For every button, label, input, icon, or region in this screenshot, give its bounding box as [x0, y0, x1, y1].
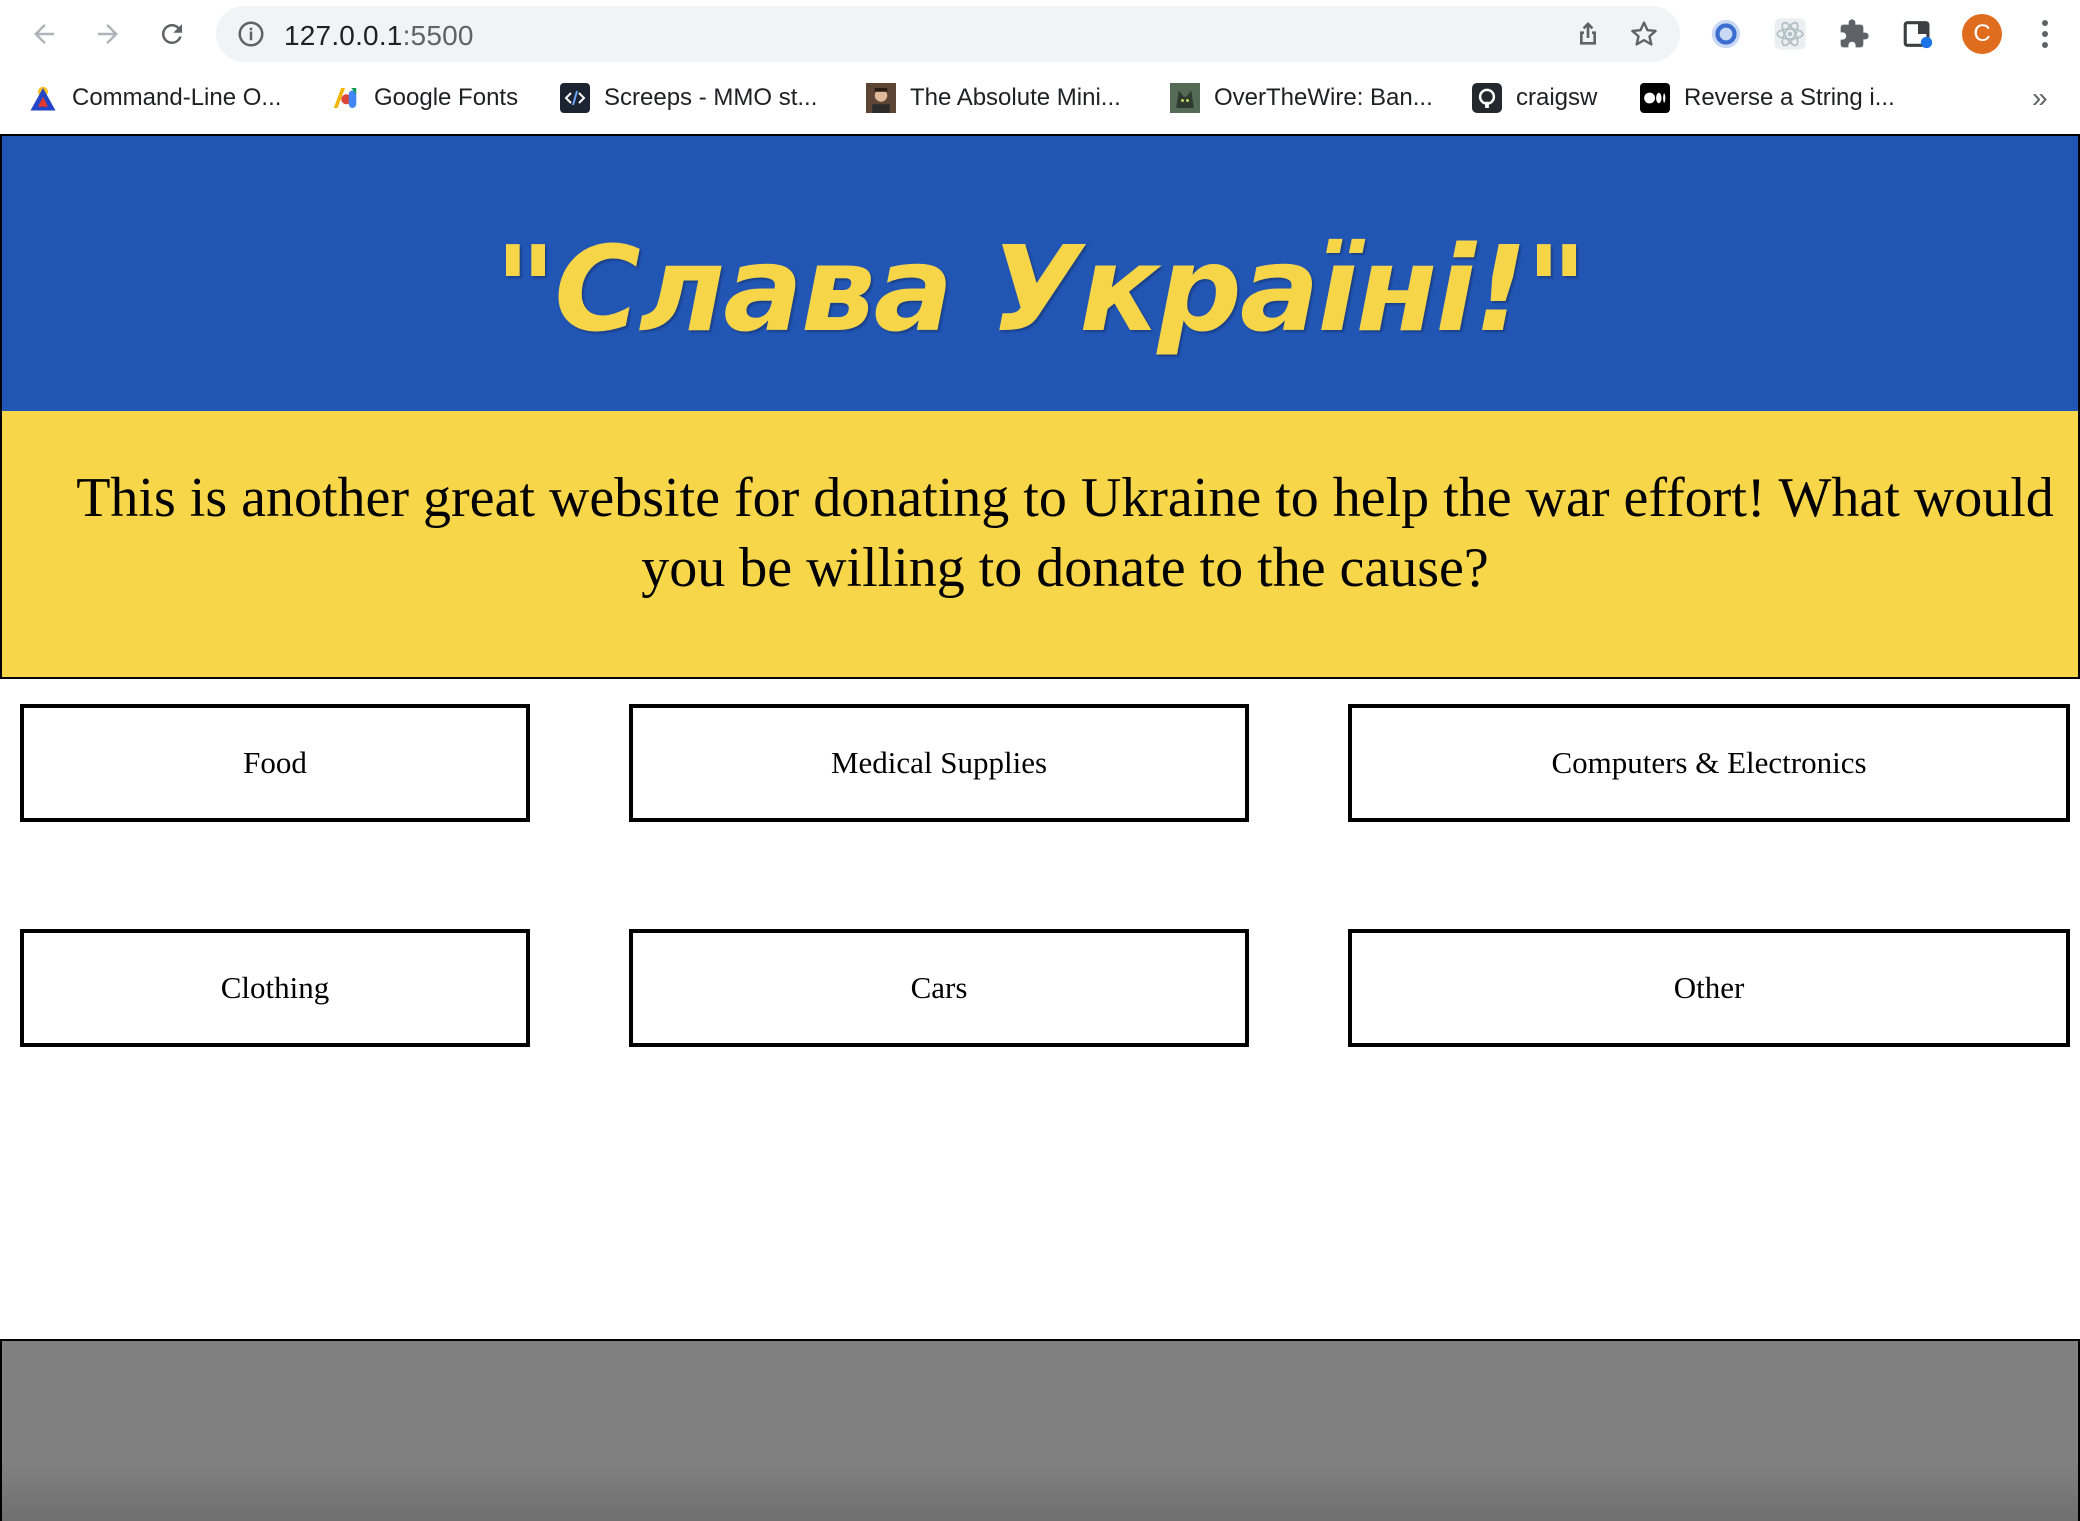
person-photo-icon — [866, 83, 896, 113]
medium-icon — [1640, 83, 1670, 113]
bookmark-label: OverTheWire: Ban... — [1214, 84, 1433, 111]
extension-ring-icon[interactable] — [1706, 14, 1746, 54]
category-button-food[interactable]: Food — [20, 704, 530, 822]
page-viewport: "Слава Україні!" This is another great w… — [0, 134, 2080, 1521]
category-button-clothing[interactable]: Clothing — [20, 929, 530, 1047]
hero-title: "Слава Україні!" — [494, 219, 1587, 358]
bookmark-overthewire[interactable]: OverTheWire: Ban... — [1170, 82, 1433, 114]
browser-menu-icon[interactable] — [2030, 14, 2060, 54]
triangle-logo-icon — [28, 83, 58, 113]
browser-toolbar: 127.0.0.1:5500 C — [0, 0, 2080, 68]
extensions-puzzle-icon[interactable] — [1834, 14, 1874, 54]
url-host: 127.0.0.1 — [284, 20, 403, 51]
bookmark-screeps[interactable]: Screeps - MMO st... — [560, 82, 817, 114]
bookmark-google-fonts[interactable]: Google Fonts — [330, 82, 518, 114]
github-icon — [1472, 83, 1502, 113]
bookmark-star-icon[interactable] — [1628, 18, 1660, 50]
address-bar[interactable]: 127.0.0.1:5500 — [216, 6, 1680, 62]
category-button-other[interactable]: Other — [1348, 929, 2070, 1047]
hero-banner: "Слава Україні!" This is another great w… — [0, 134, 2080, 679]
flag-yellow-band: This is another great website for donati… — [2, 411, 2078, 677]
react-devtools-icon[interactable] — [1770, 14, 1810, 54]
code-brackets-icon — [560, 83, 590, 113]
category-button-computers-electronics[interactable]: Computers & Electronics — [1348, 704, 2070, 822]
reading-list-icon[interactable] — [1898, 14, 1938, 54]
bookmark-label: craigsw — [1516, 84, 1598, 111]
profile-avatar[interactable]: C — [1962, 14, 2002, 54]
page-footer — [0, 1339, 2080, 1521]
forward-button[interactable] — [84, 10, 132, 58]
bookmarks-bar: Command-Line O... Google Fonts Screeps -… — [0, 68, 2080, 128]
url-text[interactable]: 127.0.0.1:5500 — [284, 20, 474, 52]
reload-button[interactable] — [148, 10, 196, 58]
back-button[interactable] — [20, 10, 68, 58]
hero-description: This is another great website for donati… — [76, 467, 2054, 599]
bookmark-craigsw[interactable]: craigsw — [1472, 82, 1597, 114]
bookmark-label: Screeps - MMO st... — [604, 84, 818, 111]
arrow-left-icon — [34, 24, 54, 44]
bookmark-command-line[interactable]: Command-Line O... — [28, 82, 281, 114]
reload-icon — [161, 23, 182, 44]
share-icon[interactable] — [1572, 18, 1604, 50]
url-port: :5500 — [402, 20, 474, 51]
bookmark-label: Command-Line O... — [72, 84, 282, 111]
bookmarks-overflow-chevron-icon[interactable]: » — [2032, 82, 2048, 114]
bookmark-reverse-string[interactable]: Reverse a String i... — [1640, 82, 1895, 114]
arrow-right-icon — [98, 24, 118, 44]
google-fonts-icon — [330, 83, 360, 113]
bookmark-label: The Absolute Mini... — [910, 84, 1121, 111]
flag-blue-band: "Слава Україні!" — [2, 136, 2078, 411]
bookmark-label: Google Fonts — [374, 84, 519, 111]
info-icon[interactable] — [236, 19, 266, 49]
cat-photo-icon — [1170, 83, 1200, 113]
bookmark-label: Reverse a String i... — [1684, 84, 1895, 111]
category-button-cars[interactable]: Cars — [629, 929, 1249, 1047]
category-button-medical-supplies[interactable]: Medical Supplies — [629, 704, 1249, 822]
bookmark-absolute-mini[interactable]: The Absolute Mini... — [866, 82, 1121, 114]
